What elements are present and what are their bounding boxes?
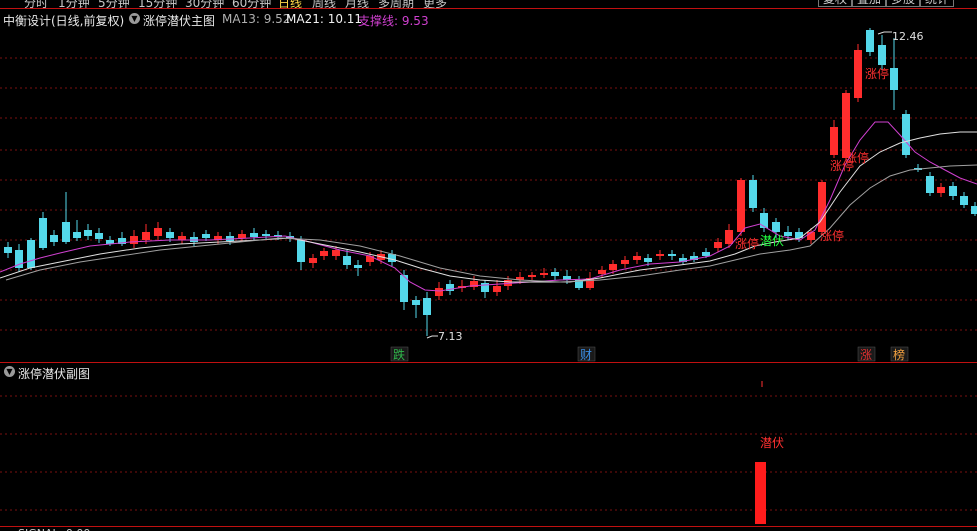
support-line-label: 支撑线: 9.53 xyxy=(358,14,429,28)
candle-body xyxy=(949,186,957,196)
indicator-menu-icon[interactable]: ▼ xyxy=(129,13,140,24)
candle-body xyxy=(528,275,536,277)
main-indicator-name[interactable]: 涨停潜伏主图 xyxy=(143,12,215,29)
support-line xyxy=(5,164,977,283)
candle-body xyxy=(262,234,270,236)
candle-body xyxy=(644,258,652,262)
candle-body xyxy=(760,213,768,228)
candle-body xyxy=(772,222,780,232)
candle-body xyxy=(551,272,559,276)
candle-body xyxy=(73,232,81,238)
high-price-label: 12.46 xyxy=(892,30,924,43)
candle-body xyxy=(435,288,443,296)
candle-body xyxy=(4,247,12,253)
candle-body xyxy=(854,50,862,98)
candle-body xyxy=(142,232,150,240)
candle-body xyxy=(656,254,664,256)
candle-body xyxy=(971,206,977,214)
event-marker: 跌 xyxy=(393,347,405,362)
candle-body xyxy=(866,30,874,52)
stock-title: 中衡设计(日线,前复权) xyxy=(3,14,125,28)
candle-body xyxy=(343,256,351,265)
candle-body xyxy=(423,298,431,315)
candle-body xyxy=(202,234,210,238)
candle-body xyxy=(130,236,138,244)
high-pointer xyxy=(877,31,892,35)
event-marker: 涨 xyxy=(860,347,872,362)
candle-body xyxy=(609,264,617,270)
signal-label: 潜伏 xyxy=(760,234,784,248)
candle-body xyxy=(27,240,35,268)
signal-label: 涨停 xyxy=(865,66,889,81)
candle-body xyxy=(320,251,328,256)
candle-body xyxy=(332,250,340,256)
candle-body xyxy=(238,234,246,238)
low-pointer xyxy=(426,335,438,339)
candle-body xyxy=(633,256,641,260)
low-price-label: 7.13 xyxy=(438,330,463,343)
candle-body xyxy=(309,258,317,263)
event-marker: 榜 xyxy=(893,347,905,362)
ma13-label: MA13: 9.52 xyxy=(222,12,291,26)
event-marker: 财 xyxy=(580,348,592,362)
candle-body xyxy=(902,114,910,155)
candle-body xyxy=(598,270,606,274)
signal-label: 涨停 xyxy=(845,150,869,165)
candle-body xyxy=(540,273,548,275)
candle-body xyxy=(412,300,420,305)
sub-indicator-menu-icon[interactable]: ▼ xyxy=(4,366,15,377)
candle-body xyxy=(95,233,103,239)
candle-body xyxy=(960,196,968,205)
candle-body xyxy=(725,230,733,244)
signal-label: 涨停 xyxy=(820,228,844,243)
candle-body xyxy=(818,182,826,232)
candle-body xyxy=(890,68,898,90)
candle-body xyxy=(154,228,162,236)
candle-body xyxy=(749,180,757,208)
sub-indicator-name[interactable]: 涨停潜伏副图 xyxy=(18,365,90,382)
candle-body xyxy=(166,232,174,238)
candle-body xyxy=(84,230,92,236)
latent-signal-label: 潜伏 xyxy=(760,436,784,450)
sub-value-label: SIGNAL: 0.00 ... xyxy=(18,527,104,531)
candle-body xyxy=(937,187,945,193)
candle-body xyxy=(842,93,850,158)
candle-body xyxy=(39,218,47,248)
candle-body xyxy=(621,260,629,264)
candle-body xyxy=(714,242,722,248)
candle-body xyxy=(668,254,676,256)
ma21-label: MA21: 10.11 xyxy=(286,12,363,26)
candle-body xyxy=(784,232,792,236)
candle-body xyxy=(297,240,305,262)
candle-body xyxy=(493,286,501,292)
candle-body xyxy=(702,252,710,256)
candle-body xyxy=(250,233,258,237)
candle-body xyxy=(354,265,362,268)
candle-body xyxy=(178,236,186,240)
signal-label: 涨停 xyxy=(735,236,759,251)
candle-body xyxy=(830,127,838,155)
candle-body xyxy=(50,235,58,242)
latent-signal-bar xyxy=(755,462,766,524)
candle-body xyxy=(926,176,934,193)
candle-body xyxy=(62,222,70,242)
candle-body xyxy=(737,180,745,232)
kline-chart[interactable]: 12.467.13涨停潜伏涨停涨停涨停涨停跌财涨榜潜伏SIGNAL: 0.00 … xyxy=(0,0,977,531)
candle-body xyxy=(878,45,886,65)
